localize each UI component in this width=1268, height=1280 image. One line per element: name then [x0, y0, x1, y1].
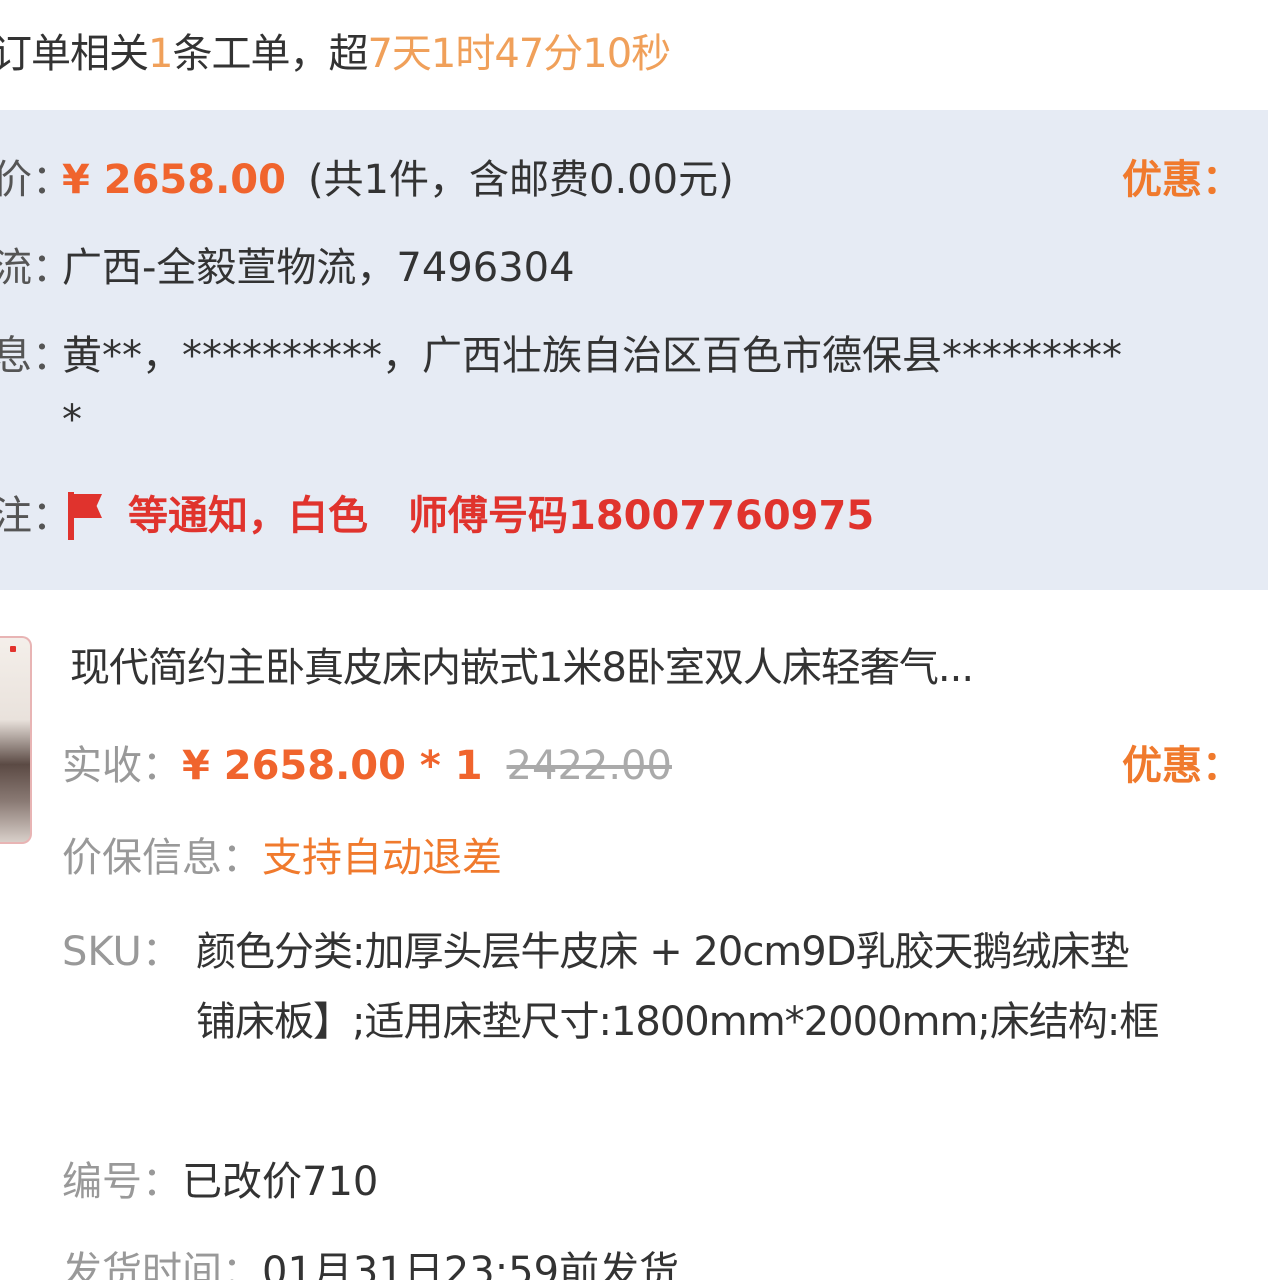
sku-label: SKU：	[62, 929, 182, 975]
received-label: 实收：	[62, 743, 182, 789]
code-row: 编号：已改价710	[62, 1156, 378, 1208]
ticket-middle: 条工单，超	[172, 31, 368, 77]
ship-time-row: 发货时间：01月31日23:59前发货	[62, 1246, 679, 1280]
flag-icon[interactable]	[62, 490, 110, 542]
remark-value: 等通知，白色 师傅号码18007760975	[128, 493, 875, 539]
price-protect-value: 支持自动退差	[262, 835, 502, 881]
product-title[interactable]: 现代简约主卧真皮床内嵌式1米8卧室双人床轻奢气...	[70, 642, 974, 694]
order-summary-panel: 价： ¥ 2658.00 (共1件，含邮费0.00元) 优惠： 流： 广西-全毅萱…	[0, 110, 1268, 590]
price-value-group: ¥ 2658.00 (共1件，含邮费0.00元)	[62, 154, 734, 206]
product-thumbnail[interactable]	[0, 636, 32, 844]
ticket-count: 1	[148, 31, 173, 77]
receiver-value: 黄**，**********，广西壮族自治区百色市德保县*********	[62, 333, 1122, 379]
total-price: ¥ 2658.00	[62, 157, 286, 203]
ticket-notice[interactable]: 订单相关1条工单，超7天1时47分10秒	[0, 28, 671, 80]
ship-time-value: 01月31日23:59前发货	[262, 1249, 680, 1280]
discount-label: 优惠：	[1122, 157, 1242, 203]
code-label: 编号：	[62, 1159, 182, 1205]
received-price: ¥ 2658.00 * 1	[182, 743, 483, 789]
order-detail-page: 订单相关1条工单，超7天1时47分10秒 价： ¥ 2658.00 (共1件，含邮…	[0, 0, 1268, 1280]
item-discount-label: 优惠：	[1122, 743, 1242, 789]
price-protect-label: 价保信息：	[62, 835, 262, 881]
remark-value-group: 等通知，白色 师傅号码18007760975	[62, 490, 874, 542]
receiver-value-continued: *	[62, 397, 82, 443]
received-row: 实收：¥ 2658.00 * 1 2422.00 优惠：	[62, 740, 1268, 792]
sku-row: SKU：	[62, 926, 182, 978]
sku-line-1: 颜色分类:加厚头层牛皮床 + 20cm9D乳胶天鹅绒床垫	[196, 929, 1130, 975]
price-protect-row: 价保信息：支持自动退差	[62, 832, 502, 884]
ticket-prefix: 订单相关	[0, 31, 149, 77]
original-price: 2422.00	[506, 743, 672, 789]
code-value: 已改价710	[182, 1159, 379, 1205]
price-note: (共1件，含邮费0.00元)	[307, 157, 734, 203]
logistics-value[interactable]: 广西-全毅萱物流，7496304	[62, 242, 575, 294]
sku-line-2: 铺床板】;适用床垫尺寸:1800mm*2000mm;床结构:框	[196, 999, 1159, 1045]
ship-time-label: 发货时间：	[62, 1249, 262, 1280]
ticket-overdue-time: 7天1时47分10秒	[367, 31, 671, 77]
